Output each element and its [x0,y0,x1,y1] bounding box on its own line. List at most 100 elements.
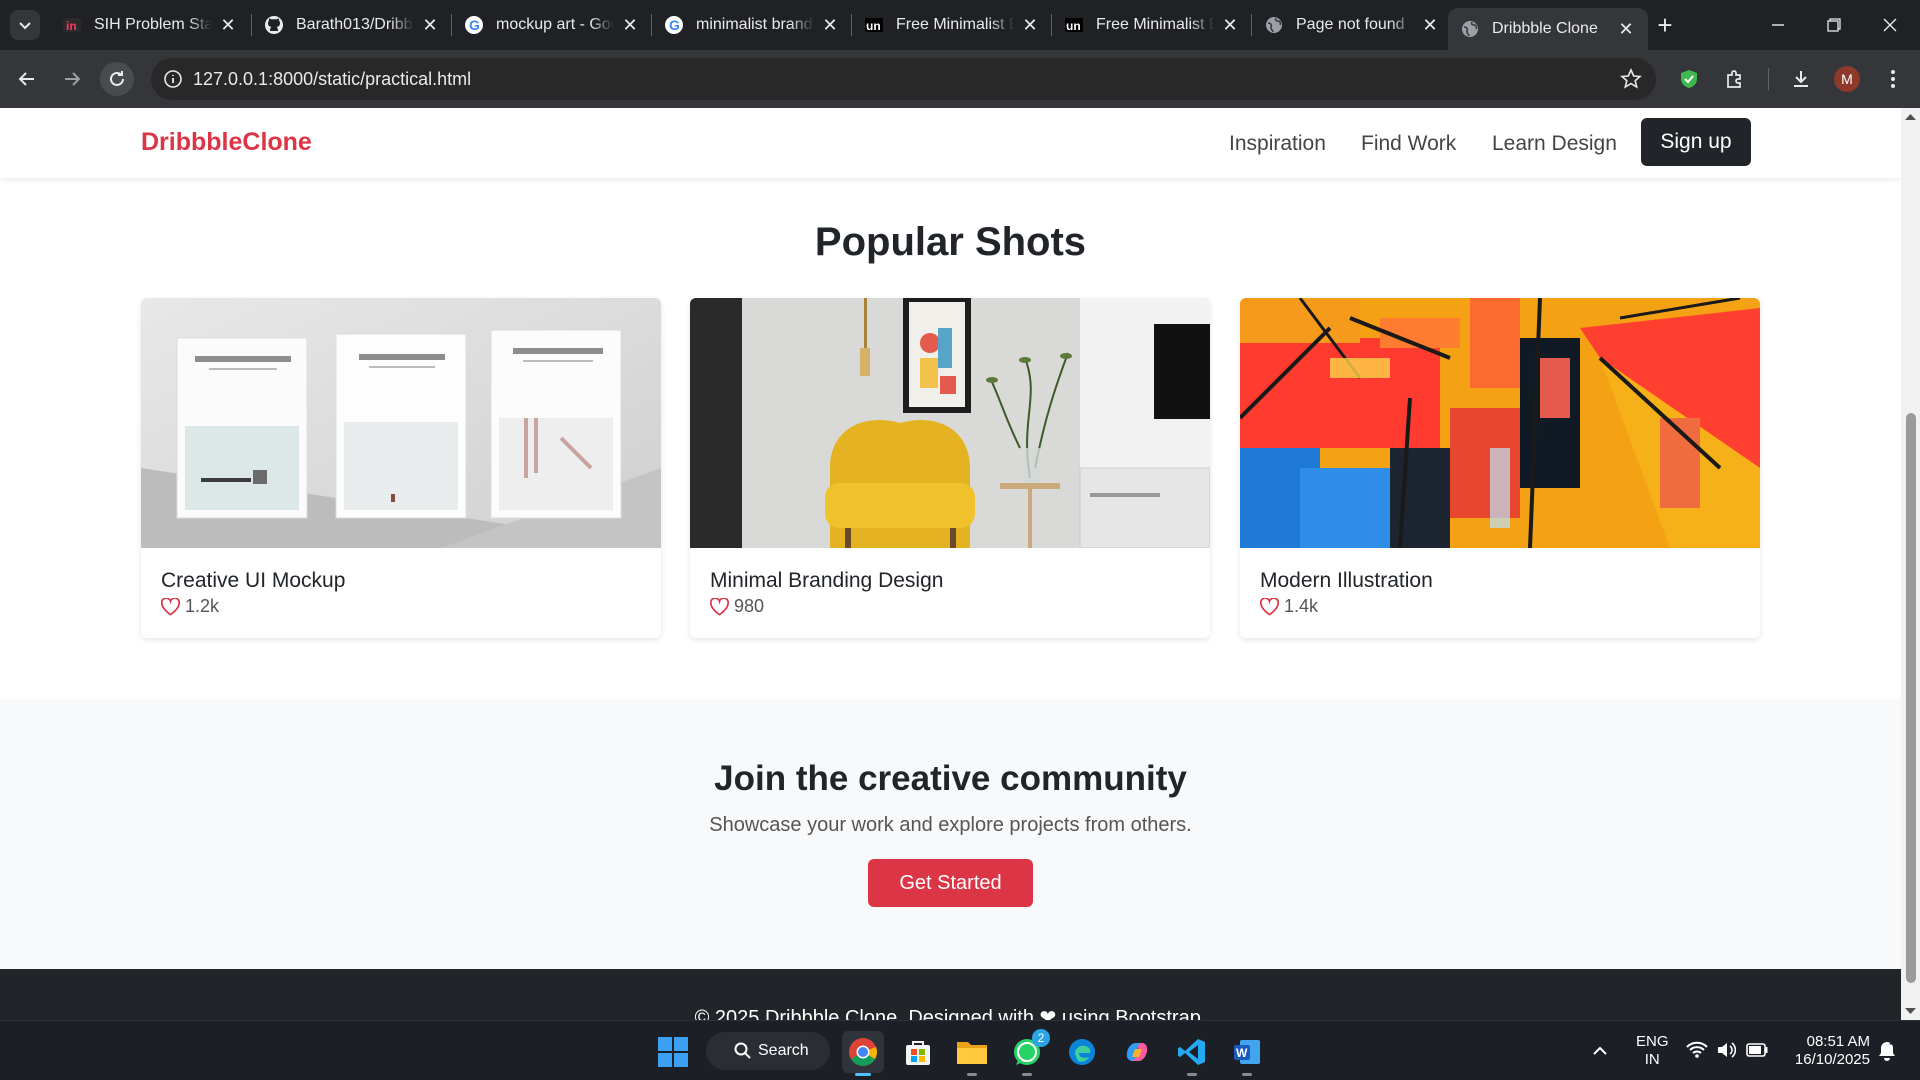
chevron-down-icon [19,22,31,30]
section-heading: Popular Shots [814,220,1087,264]
shot-likes[interactable]: 980 [710,596,764,617]
star-icon[interactable] [1620,68,1642,90]
taskbar-whatsapp[interactable]: 2 [1006,1029,1050,1076]
nav-link-learn-design[interactable]: Learn Design [1492,132,1617,156]
reload-button[interactable] [100,62,134,96]
browser-tab[interactable]: Page not found ✕ [1252,8,1452,42]
active-indicator [855,1073,871,1076]
info-icon[interactable] [163,69,183,89]
scrollbar-thumb[interactable] [1906,413,1916,983]
svg-text:un: un [1066,19,1081,33]
globe-icon [1460,19,1480,39]
taskbar-file-explorer[interactable] [951,1031,993,1076]
taskbar-edge[interactable] [1061,1031,1103,1073]
heart-icon [1260,597,1279,616]
downloads-button[interactable] [1784,62,1818,96]
shot-card[interactable]: Creative UI Mockup 1.2k [141,298,661,638]
notification-bell-icon[interactable] [1876,1040,1898,1062]
shield-icon [1681,70,1697,88]
word-icon: W [1234,1040,1260,1064]
tab-title: Dribbble Clone [1492,20,1598,37]
chevron-up-icon[interactable] [1592,1043,1608,1059]
heart-icon [161,597,180,616]
browser-tab-active[interactable]: Dribbble Clone ✕ [1448,8,1648,50]
taskbar-copilot[interactable] [1116,1031,1158,1073]
browser-tab[interactable]: un Free Minimalist Branding ✕ [852,8,1052,42]
wifi-icon[interactable] [1686,1041,1708,1059]
likes-count: 980 [734,596,765,616]
page-scrollbar[interactable] [1901,108,1920,1020]
signup-button[interactable]: Sign up [1641,118,1751,166]
close-icon[interactable]: ✕ [1420,15,1440,35]
scroll-down-arrow-icon[interactable] [1901,1004,1920,1018]
close-icon[interactable]: ✕ [218,15,238,35]
browser-tab-strip: in SIH Problem Statements ✕ Barath013/Dr… [0,0,1920,50]
close-icon[interactable]: ✕ [1616,19,1636,39]
web-page: DribbbleClone Inspiration Find Work Lear… [0,108,1901,1020]
taskbar-vscode[interactable] [1171,1031,1213,1076]
browser-tab[interactable]: in SIH Problem Statements ✕ [50,8,250,42]
svg-text:un: un [866,19,881,33]
search-icon [734,1042,751,1059]
likes-count: 1.2k [185,596,220,616]
tab-search-button[interactable] [10,10,40,40]
taskbar-word[interactable]: W [1226,1031,1268,1076]
get-started-button[interactable]: Get Started [868,859,1033,907]
scroll-up-arrow-icon[interactable] [1901,110,1920,124]
shot-card[interactable]: Modern Illustration 1.4k [1240,298,1760,638]
shot-image[interactable] [1240,298,1760,548]
taskbar-search[interactable]: Search [706,1032,830,1070]
profile-button[interactable]: M [1830,62,1864,96]
volume-icon[interactable] [1716,1041,1736,1059]
arrow-right-icon [65,72,81,86]
shot-image[interactable] [690,298,1210,548]
extension-shield-button[interactable] [1672,62,1706,96]
browser-tab[interactable]: G mockup art - Google Search ✕ [452,8,652,42]
taskbar: Search 2 W ENG IN 08:51 AM 16/10/2025 [0,1020,1920,1080]
shot-title[interactable]: Creative UI Mockup [161,569,345,593]
svg-text:G: G [469,17,480,33]
notification-badge: 2 [1032,1029,1050,1047]
clock[interactable]: 08:51 AM 16/10/2025 [1780,1033,1870,1069]
start-button[interactable] [652,1031,694,1073]
close-icon[interactable]: ✕ [620,15,640,35]
battery-icon[interactable] [1746,1043,1768,1057]
minimize-button[interactable] [1750,0,1806,50]
taskbar-chrome[interactable] [842,1031,884,1076]
cta-subtitle: Showcase your work and explore projects … [709,814,1192,836]
google-icon: G [464,15,484,35]
nav-link-inspiration[interactable]: Inspiration [1229,132,1326,156]
close-window-button[interactable] [1862,0,1918,50]
running-indicator [1022,1073,1032,1076]
shot-title[interactable]: Minimal Branding Design [710,569,943,593]
svg-text:W: W [1236,1046,1248,1060]
site-footer: © 2025 Dribbble Clone. Designed with ❤ u… [0,969,1901,1020]
close-icon[interactable]: ✕ [1220,15,1240,35]
browser-menu-button[interactable] [1876,62,1910,96]
close-icon[interactable]: ✕ [420,15,440,35]
address-bar[interactable]: 127.0.0.1:8000/static/practical.html [151,58,1656,100]
vscode-icon [1178,1039,1205,1065]
browser-tab[interactable]: Barath013/Dribbble ✕ [252,8,452,42]
close-icon[interactable]: ✕ [1020,15,1040,35]
toolbar-divider [1768,68,1769,90]
browser-tab[interactable]: un Free Minimalist Branding ✕ [1052,8,1252,42]
site-brand-link[interactable]: DribbbleClone [141,128,312,157]
language-indicator[interactable]: ENG IN [1636,1033,1669,1069]
shot-likes[interactable]: 1.4k [1260,596,1318,617]
shot-likes[interactable]: 1.2k [161,596,219,617]
new-tab-button[interactable]: + [1650,10,1680,40]
back-button[interactable] [10,62,44,96]
region-code: IN [1644,1051,1660,1068]
extensions-button[interactable] [1718,62,1752,96]
github-icon [264,15,284,35]
forward-button[interactable] [55,62,89,96]
nav-link-find-work[interactable]: Find Work [1361,132,1456,156]
shot-card[interactable]: Minimal Branding Design 980 [690,298,1210,638]
restore-button[interactable] [1806,0,1862,50]
shot-title[interactable]: Modern Illustration [1260,569,1433,593]
taskbar-store[interactable] [897,1031,939,1073]
browser-tab[interactable]: G minimalist branding ✕ [652,8,852,42]
shot-image[interactable] [141,298,661,548]
close-icon[interactable]: ✕ [820,15,840,35]
